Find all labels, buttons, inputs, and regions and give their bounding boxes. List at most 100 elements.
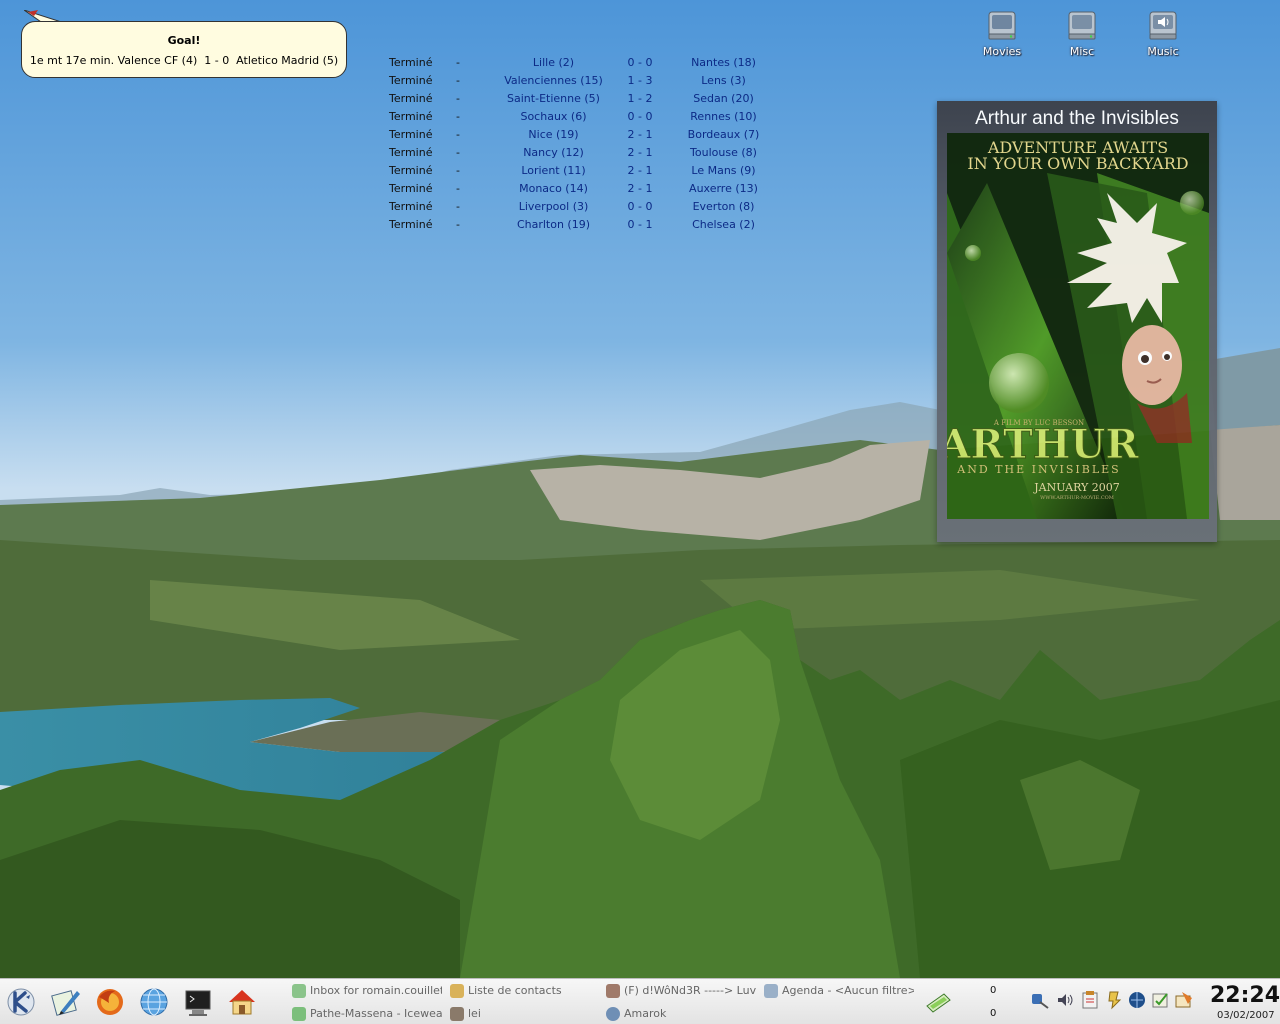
match-minute: - [456,182,460,195]
agenda-tray-icon[interactable] [1174,990,1194,1010]
kde-menu-icon[interactable] [4,985,38,1019]
match-minute: - [456,128,460,141]
match-status: Terminé [389,200,433,213]
home-team: Nancy (12) [523,146,584,159]
task-label: lei [468,1007,481,1020]
firefox-icon[interactable] [93,985,127,1019]
home-folder-icon[interactable] [225,985,259,1019]
task-label: Inbox for romain.couillet [310,984,442,997]
match-minute: - [456,200,460,213]
network-counter-down: 0 [990,1008,997,1019]
task-label: Agenda - <Aucun filtre> [782,984,914,997]
konqueror-globe-icon[interactable] [137,985,171,1019]
task-inbox[interactable]: Inbox for romain.couillet [292,983,442,999]
match-status: Terminé [389,146,433,159]
poster-release: JANUARY 2007 [1033,481,1120,494]
home-team: Saint-Etienne (5) [507,92,600,105]
clipboard-icon[interactable] [1080,990,1100,1010]
poster-url: WWW.ARTHUR-MOVIE.COM [1040,495,1114,501]
desktop-icon-label: Music [1147,45,1179,58]
score-row: Terminé - Nancy (12) 2 - 1 Toulouse (8) [380,143,780,161]
notification-text: 1e mt 17e min. Valence CF (4) 1 - 0 Atle… [29,54,339,67]
match-score: 0 - 0 [627,56,653,69]
notes-icon[interactable] [1104,990,1124,1010]
away-team: Lens (3) [701,74,746,87]
match-status: Terminé [389,218,433,231]
match-score: 0 - 0 [627,110,653,123]
kopete-icon[interactable] [1151,990,1171,1010]
terminal-icon[interactable] [181,985,215,1019]
task-label: (F) d!WôNd3R -----> Luv [624,984,756,997]
away-team: Rennes (10) [690,110,757,123]
match-score: 2 - 1 [627,182,653,195]
match-score: 1 - 3 [627,74,653,87]
chat-avatar-icon [606,984,620,998]
match-minute: - [456,110,460,123]
home-team: Valenciennes (15) [504,74,603,87]
network-counter-up: 0 [990,985,997,996]
browser-icon [292,1007,306,1021]
away-team: Auxerre (13) [689,182,758,195]
away-team: Toulouse (8) [690,146,757,159]
amarok-icon [606,1007,620,1021]
match-status: Terminé [389,110,433,123]
kate-editor-icon[interactable] [49,985,83,1019]
score-row: Terminé - Valenciennes (15) 1 - 3 Lens (3) [380,71,780,89]
poster-widget-title: Arthur and the Invisibles [975,108,1179,129]
match-score: 2 - 1 [627,128,653,141]
desktop-icon-movies[interactable]: Movies [972,10,1032,58]
movie-poster-image: ADVENTURE AWAITS IN YOUR OWN BACKYARD A … [947,133,1209,519]
goal-notification[interactable]: Goal! 1e mt 17e min. Valence CF (4) 1 - … [21,21,347,78]
desktop-icon-label: Misc [1069,45,1095,58]
task-amarok[interactable]: Amarok [606,1006,756,1022]
volume-icon[interactable] [1055,990,1075,1010]
score-row: Terminé - Nice (19) 2 - 1 Bordeaux (7) [380,125,780,143]
home-team: Nice (19) [528,128,579,141]
task-image[interactable]: lei [450,1006,600,1022]
task-contacts[interactable]: Liste de contacts [450,983,600,999]
kmix-icon[interactable] [1030,990,1050,1010]
task-label: Pathe-Massena - Iceweasel [310,1007,442,1020]
match-minute: - [456,164,460,177]
movie-poster-widget[interactable]: Arthur and the Invisibles ADVENTURE AWAI… [937,101,1217,542]
drive-icon [1068,11,1096,40]
network-icon[interactable] [1127,990,1147,1010]
mail-icon [292,984,306,998]
home-team: Sochaux (6) [520,110,587,123]
agenda-icon [764,984,778,998]
match-score: 2 - 1 [627,146,653,159]
task-label: Amarok [624,1007,667,1020]
poster-subtitle: AND THE INVISIBLES [956,463,1120,476]
desktop-icon-misc[interactable]: Misc [1052,10,1112,58]
score-row: Terminé - Charlton (19) 0 - 1 Chelsea (2) [380,215,780,233]
match-score: 1 - 2 [627,92,653,105]
clock-time[interactable]: 22:24 [1210,983,1280,1008]
away-team: Sedan (20) [693,92,754,105]
score-row: Terminé - Saint-Etienne (5) 1 - 2 Sedan (20) [380,89,780,107]
away-team: Everton (8) [692,200,755,213]
away-team: Le Mans (9) [691,164,756,177]
match-minute: - [456,74,460,87]
away-team: Chelsea (2) [692,218,755,231]
home-team: Lorient (11) [521,164,586,177]
drive-icon [988,11,1016,40]
score-row: Terminé - Lorient (11) 2 - 1 Le Mans (9) [380,161,780,179]
match-minute: - [456,56,460,69]
speaker-drive-icon [1149,11,1177,40]
desktop-pager-icon[interactable] [924,988,952,1016]
task-agenda[interactable]: Agenda - <Aucun filtre> [764,983,914,999]
home-team: Liverpool (3) [518,200,589,213]
match-status: Terminé [389,74,433,87]
match-minute: - [456,146,460,159]
poster-tagline-2: IN YOUR OWN BACKYARD [967,154,1188,173]
clock-date: 03/02/2007 [1217,1010,1275,1021]
desktop-icon-music[interactable]: Music [1133,10,1193,58]
image-icon [450,1007,464,1021]
away-team: Nantes (18) [691,56,756,69]
home-team: Lille (2) [532,56,575,69]
task-browser[interactable]: Pathe-Massena - Iceweasel [292,1006,442,1022]
task-chat[interactable]: (F) d!WôNd3R -----> Luv [606,983,756,999]
match-status: Terminé [389,56,433,69]
score-row: Terminé - Liverpool (3) 0 - 0 Everton (8) [380,197,780,215]
match-score: 0 - 1 [627,218,653,231]
